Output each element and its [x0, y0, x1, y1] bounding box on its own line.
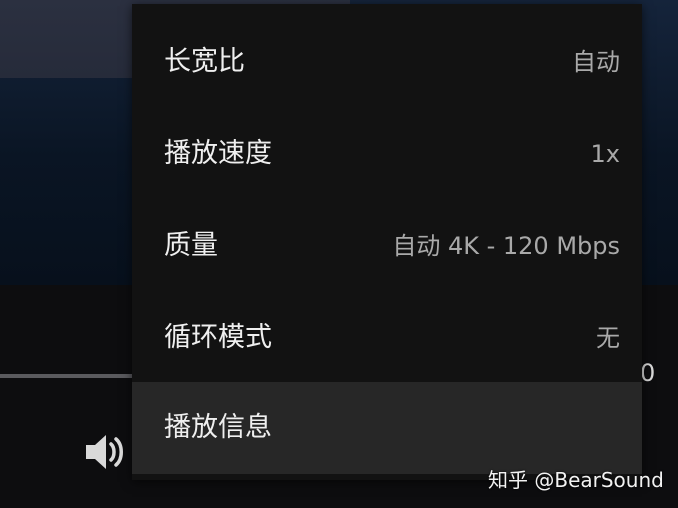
menu-item-value: 1x	[590, 140, 620, 168]
menu-item-label: 播放信息	[164, 412, 272, 443]
menu-item-playback-info[interactable]: 播放信息	[132, 382, 642, 474]
menu-item-aspect-ratio[interactable]: 长宽比 自动	[132, 16, 642, 108]
menu-item-label: 质量	[164, 230, 218, 261]
volume-icon-glyph	[86, 435, 123, 469]
menu-item-label: 播放速度	[164, 138, 272, 169]
watermark: 知乎 @BearSound	[488, 468, 664, 492]
seek-bar[interactable]	[0, 374, 132, 378]
menu-item-quality[interactable]: 质量 自动 4K - 120 Mbps	[132, 200, 642, 292]
volume-icon[interactable]	[84, 432, 126, 472]
menu-item-playback-speed[interactable]: 播放速度 1x	[132, 108, 642, 200]
video-player: 0 长宽比 自动 播放速度 1x 质量 自动 4K - 120 Mbps 循环模…	[0, 0, 678, 508]
time-display: 0	[640, 359, 656, 387]
menu-item-loop-mode[interactable]: 循环模式 无	[132, 292, 642, 384]
menu-item-label: 循环模式	[164, 322, 272, 353]
menu-item-value: 无	[596, 324, 620, 352]
menu-item-value: 自动 4K - 120 Mbps	[392, 232, 620, 260]
menu-item-label: 长宽比	[164, 46, 245, 77]
menu-item-value: 自动	[572, 48, 620, 76]
settings-menu: 长宽比 自动 播放速度 1x 质量 自动 4K - 120 Mbps 循环模式 …	[132, 4, 642, 480]
